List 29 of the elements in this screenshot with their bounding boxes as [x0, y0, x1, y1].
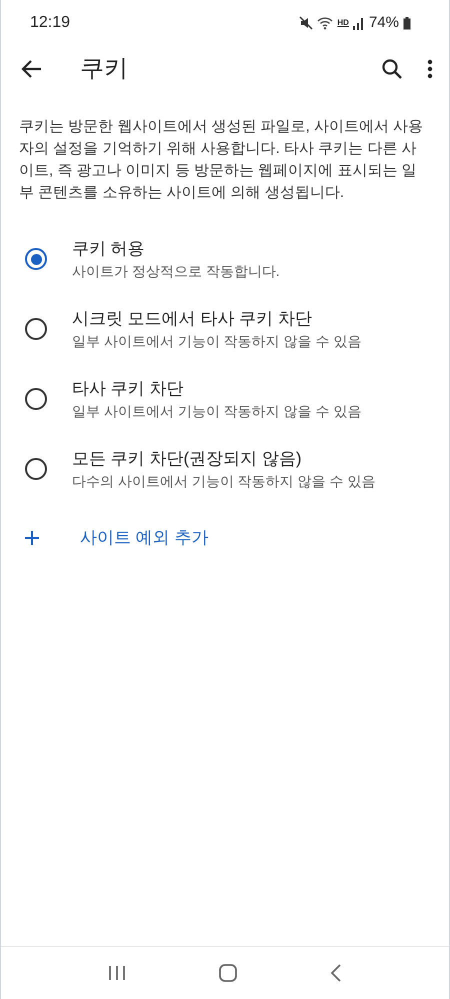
option-title: 쿠키 허용 — [72, 238, 146, 260]
wifi-icon — [317, 16, 334, 30]
plus-icon — [24, 530, 40, 546]
search-icon[interactable] — [381, 58, 403, 80]
battery-icon — [403, 16, 411, 30]
option-title: 모든 쿠키 차단(권장되지 않음) — [72, 448, 302, 470]
status-time: 12:19 — [30, 13, 70, 33]
option-title: 타사 쿠키 차단 — [72, 378, 184, 400]
page-title: 쿠키 — [80, 54, 129, 84]
back-icon[interactable] — [330, 964, 342, 982]
radio-button[interactable] — [25, 458, 47, 480]
back-arrow-icon[interactable] — [21, 59, 43, 79]
option-description: 일부 사이트에서 기능이 작동하지 않을 수 있음 — [72, 402, 362, 421]
home-icon[interactable] — [218, 964, 237, 982]
recent-apps-icon[interactable] — [108, 965, 126, 981]
hd-indicator: HD — [337, 19, 349, 27]
add-site-exception-button[interactable]: 사이트 예외 추가 — [1, 508, 449, 568]
radio-button[interactable] — [25, 318, 47, 340]
option-description: 다수의 사이트에서 기능이 작동하지 않을 수 있음 — [72, 472, 376, 491]
more-options-icon[interactable] — [427, 59, 433, 79]
option-description: 사이트가 정상적으로 작동합니다. — [72, 262, 280, 281]
option-description: 일부 사이트에서 기능이 작동하지 않을 수 있음 — [72, 332, 362, 351]
description-text: 쿠키는 방문한 웹사이트에서 생성된 파일로, 사이트에서 사용자의 설정을 기억하기 위해 사용합니다. 타사 쿠키는 다른 사이트, 즉 광고나 이미지 등 방문하는 웹페이지에 표시되는 일부 콘텐츠를 소유하는 사이트에 의해 생성됩니다. — [18, 117, 424, 203]
mute-icon — [299, 16, 314, 30]
radio-button[interactable] — [25, 388, 47, 410]
option-title: 시크릿 모드에서 타사 쿠키 차단 — [72, 308, 313, 330]
radio-button[interactable] — [25, 248, 47, 270]
signal-icon — [352, 16, 365, 30]
battery-level: 74% — [368, 12, 399, 33]
